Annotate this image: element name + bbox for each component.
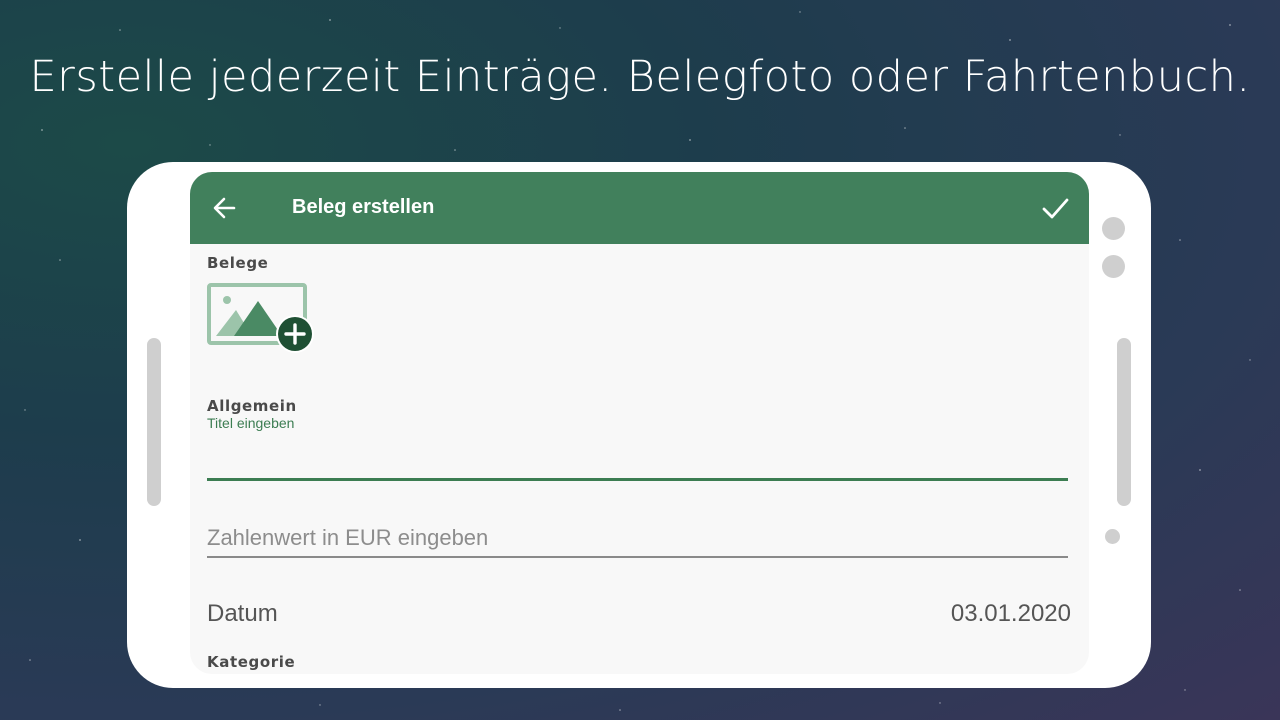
check-icon[interactable]	[1040, 194, 1070, 222]
phone-camera-dot	[1102, 217, 1125, 240]
phone-side-button-left	[147, 338, 161, 506]
date-value: 03.01.2020	[950, 600, 1071, 627]
app-screen: Beleg erstellen Belege Allgemein Titel e…	[190, 172, 1089, 674]
promo-headline: Erstelle jederzeit Einträge. Belegfoto o…	[29, 52, 1251, 102]
title-input[interactable]	[207, 434, 1068, 481]
date-row[interactable]: Datum 03.01.2020	[207, 596, 1071, 632]
section-label-allgemein: Allgemein	[207, 397, 297, 415]
arrow-left-icon[interactable]	[210, 194, 238, 222]
phone-small-dot	[1105, 529, 1120, 544]
amount-input[interactable]	[207, 520, 1068, 558]
app-bar: Beleg erstellen	[190, 172, 1089, 244]
page-title: Beleg erstellen	[292, 196, 435, 218]
section-label-belege: Belege	[207, 254, 269, 272]
phone-side-button-right	[1117, 338, 1131, 506]
section-label-kategorie: Kategorie	[207, 653, 296, 671]
phone-sensor-dot	[1102, 255, 1125, 278]
date-label: Datum	[207, 600, 278, 627]
add-photo-icon[interactable]	[206, 282, 318, 356]
title-field-label: Titel eingeben	[207, 415, 295, 431]
